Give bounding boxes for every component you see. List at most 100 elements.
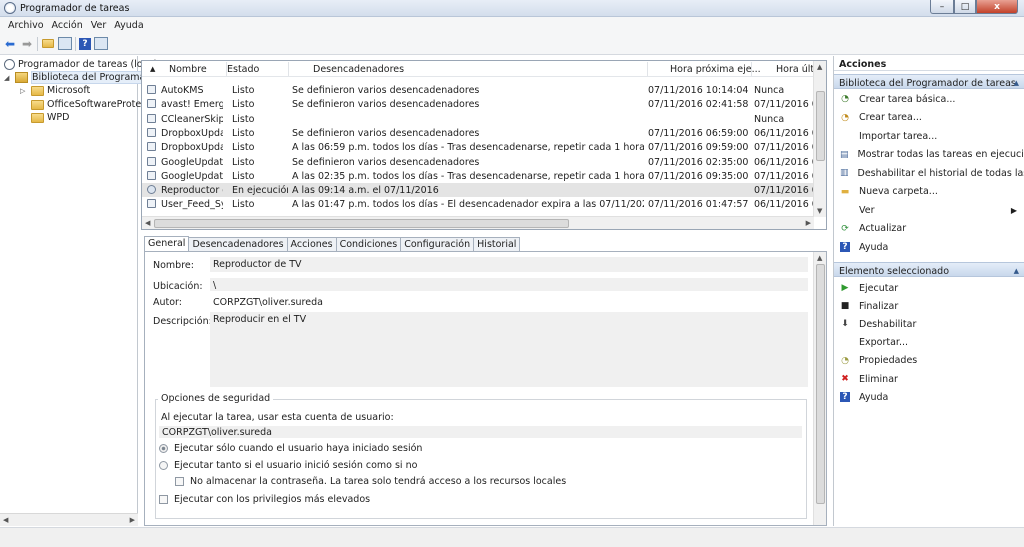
up-folder-icon[interactable]	[41, 37, 55, 51]
run-icon: ▶	[841, 283, 849, 293]
scroll-up-icon[interactable]: ▲	[817, 254, 822, 262]
tree-library[interactable]: ◢ Biblioteca del Programad	[4, 71, 155, 84]
action-actualizar[interactable]: ⟳ Actualizar	[834, 221, 1024, 237]
table-row[interactable]: DropboxUpdat... Listo A las 06:59 p.m. tod…	[142, 140, 814, 154]
show-running-tasks-icon: ▤	[840, 149, 849, 160]
radio-button[interactable]	[159, 444, 168, 453]
option-do-not-store-password[interactable]: No almacenar la contraseña. La tarea sol…	[175, 476, 566, 487]
action-exportar[interactable]: Exportar...	[834, 335, 1024, 351]
create-basic-task-icon: ◔	[841, 94, 849, 104]
radio-button[interactable]	[159, 461, 168, 470]
action-ayuda[interactable]: ? Ayuda	[834, 239, 1024, 255]
scroll-left-icon[interactable]: ◀	[3, 516, 8, 524]
action-mostrar-todas-las-tareas-en-ejecución[interactable]: ▤ Mostrar todas las tareas en ejecución	[834, 147, 1024, 163]
scroll-thumb[interactable]	[816, 91, 825, 161]
minimize-button[interactable]: –	[930, 0, 954, 14]
section-header-selected[interactable]: Elemento seleccionado ▲	[834, 262, 1024, 277]
action-ver[interactable]: Ver ▶	[834, 202, 1024, 218]
show-hide-action-pane-icon[interactable]	[94, 37, 108, 50]
option-run-only-logged-on[interactable]: Ejecutar sólo cuando el usuario haya ini…	[159, 443, 422, 454]
action-label: Actualizar	[859, 223, 907, 234]
tab-general[interactable]: General	[144, 236, 190, 251]
action-crear-tarea[interactable]: ◔ Crear tarea...	[834, 110, 1024, 126]
scroll-thumb[interactable]	[816, 264, 825, 504]
forward-arrow-icon[interactable]: ➡	[20, 37, 34, 51]
column-header-next-run[interactable]: Hora próxima eje...	[670, 64, 761, 75]
folder-icon	[31, 99, 44, 110]
scroll-thumb[interactable]	[154, 219, 569, 228]
location-label: Ubicación:	[153, 281, 203, 292]
action-ejecutar[interactable]: ▶ Ejecutar	[834, 280, 1024, 296]
collapse-caret-icon[interactable]: ▲	[1014, 267, 1019, 275]
action-nueva-carpeta[interactable]: ▬ Nueva carpeta...	[834, 184, 1024, 200]
task-list-horizontal-scrollbar[interactable]: ◀ ▶	[142, 216, 814, 229]
show-hide-console-tree-icon[interactable]	[58, 37, 72, 50]
scroll-right-icon[interactable]: ▶	[130, 516, 135, 524]
action-propiedades[interactable]: ◔ Propiedades	[834, 353, 1024, 369]
action-finalizar[interactable]: ■ Finalizar	[834, 298, 1024, 314]
column-header-triggers[interactable]: Desencadenadores	[313, 64, 404, 75]
table-row[interactable]: DropboxUpdat... Listo Se definieron varios…	[142, 126, 814, 140]
cell-status: Listo	[232, 127, 255, 139]
cell-next: 07/11/2016 09:35:00 a.m.	[648, 170, 750, 182]
name-field[interactable]: Reproductor de TV	[210, 257, 808, 272]
tree-item-wpd[interactable]: WPD	[20, 111, 69, 124]
table-row[interactable]: CCleanerSkipU... Listo Nunca	[142, 112, 814, 126]
detail-vertical-scrollbar[interactable]: ▲	[813, 252, 826, 525]
scroll-left-icon[interactable]: ◀	[145, 219, 150, 227]
tab-conditions[interactable]: Condiciones	[335, 237, 402, 251]
tab-history[interactable]: Historial	[473, 237, 521, 251]
cell-next: 07/11/2016 09:59:00 a.m.	[648, 142, 750, 154]
table-row[interactable]: avast! Emerge... Listo Se definieron vario…	[142, 97, 814, 111]
tab-triggers[interactable]: Desencadenadores	[188, 237, 288, 251]
tree-root[interactable]: Programador de tareas (local	[4, 58, 156, 71]
table-row[interactable]: GoogleUpdate... Listo A las 02:35 p.m. tod…	[142, 169, 814, 183]
cell-triggers: Se definieron varios desencadenadores	[292, 127, 480, 139]
collapsed-arrow-icon[interactable]: ▷	[20, 87, 28, 95]
task-list-header: ▲ Nombre Estado Desencadenadores Hora pr…	[142, 61, 821, 77]
back-arrow-icon[interactable]: ⬅	[3, 37, 17, 51]
collapse-caret-icon[interactable]: ▲	[1014, 79, 1019, 87]
checkbox[interactable]	[159, 495, 168, 504]
tree-horizontal-scrollbar[interactable]: ◀ ▶	[0, 513, 138, 526]
menu-ver[interactable]: Ver	[87, 20, 111, 31]
tab-actions[interactable]: Acciones	[286, 237, 337, 251]
column-header-name[interactable]: Nombre	[169, 64, 207, 75]
scroll-down-icon[interactable]: ▼	[817, 207, 822, 215]
menu-accion[interactable]: Acción	[48, 20, 87, 31]
delete-icon: ✖	[841, 374, 849, 384]
table-row[interactable]: AutoKMS Listo Se definieron varios desenca…	[142, 83, 814, 97]
option-run-whether-logged-on[interactable]: Ejecutar tanto si el usuario inició sesi…	[159, 460, 417, 471]
action-label: Exportar...	[859, 337, 909, 349]
maximize-button[interactable]: □	[954, 0, 976, 14]
action-deshabilitar[interactable]: ⬇ Deshabilitar	[834, 316, 1024, 332]
action-ayuda[interactable]: ? Ayuda	[834, 389, 1024, 405]
description-field[interactable]: Reproducir en el TV	[210, 312, 808, 387]
tree-item-officesoftwareprotect[interactable]: OfficeSoftwareProtect	[20, 98, 150, 111]
menu-ayuda[interactable]: Ayuda	[110, 20, 147, 31]
close-button[interactable]: x	[976, 0, 1018, 14]
section-header-label: Elemento seleccionado	[839, 266, 950, 277]
checkbox[interactable]	[175, 477, 184, 486]
column-header-status[interactable]: Estado	[227, 64, 259, 75]
task-icon	[147, 85, 156, 94]
table-row[interactable]: GoogleUpdate... Listo Se definieron varios…	[142, 155, 814, 169]
cell-status: Listo	[232, 142, 255, 154]
task-list-vertical-scrollbar[interactable]: ▲ ▼	[813, 61, 826, 217]
table-row[interactable]: Reproductor d... En ejecución A las 09:14 …	[142, 183, 814, 198]
scroll-right-icon[interactable]: ▶	[806, 219, 811, 227]
menu-archivo[interactable]: Archivo	[4, 20, 48, 31]
tab-settings[interactable]: Configuración	[400, 237, 475, 251]
option-highest-privileges[interactable]: Ejecutar con los privilegios más elevado…	[159, 494, 370, 505]
action-crear-tarea-básica[interactable]: ◔ Crear tarea básica...	[834, 91, 1024, 107]
expanded-arrow-icon[interactable]: ◢	[4, 74, 12, 82]
action-eliminar[interactable]: ✖ Eliminar	[834, 371, 1024, 387]
scroll-up-icon[interactable]: ▲	[817, 63, 822, 71]
tree-item-microsoft[interactable]: ▷ Microsoft	[20, 84, 90, 97]
action-label: Ayuda	[859, 391, 889, 403]
help-icon[interactable]: ?	[79, 37, 91, 50]
action-importar-tarea[interactable]: Importar tarea...	[834, 128, 1024, 144]
table-row[interactable]: User_Feed_Syn... Listo A las 01:47 p.m. to…	[142, 197, 814, 211]
section-header-library[interactable]: Biblioteca del Programador de tareas ▲	[834, 74, 1024, 89]
action-deshabilitar-el-historial-de-todas-las[interactable]: ▥ Deshabilitar el historial de todas las.…	[834, 165, 1024, 181]
